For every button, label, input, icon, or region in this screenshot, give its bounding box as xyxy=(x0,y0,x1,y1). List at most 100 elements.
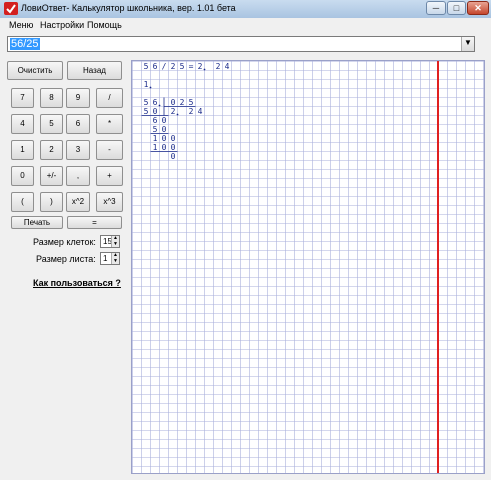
worksheet-grid: 5 6/2 5 = 2 2 415 6 0 2 55 0 2 2 46 05 01 0 01 0 00 xyxy=(132,61,484,473)
worksheet-char: 6 xyxy=(153,62,158,71)
expression-combobox[interactable]: 56/25 ▼ xyxy=(7,36,475,52)
key-label: x^2 xyxy=(71,197,85,206)
worksheet-char: = xyxy=(189,62,194,71)
chevron-down-icon: ▼ xyxy=(464,38,472,47)
worksheet-char: 0 xyxy=(171,98,176,107)
decimal-point xyxy=(176,113,179,116)
equals-button-label: = xyxy=(92,218,97,227)
key-minus-button[interactable]: - xyxy=(96,140,123,160)
key-5-button[interactable]: 5 xyxy=(40,114,63,134)
key-9-button[interactable]: 9 xyxy=(66,88,90,108)
key-divide-button[interactable]: / xyxy=(96,88,123,108)
decimal-point xyxy=(158,104,161,107)
expression-input[interactable]: 56/25 xyxy=(10,38,40,50)
sheet-size-arrows[interactable]: ▲ ▼ xyxy=(111,253,119,264)
clear-button-label: Очистить xyxy=(17,66,53,75)
key-label: 1 xyxy=(20,145,25,154)
sheet-size-spinner[interactable]: 1 ▲ ▼ xyxy=(100,252,120,265)
key-cube-button[interactable]: x^3 xyxy=(96,192,123,212)
back-button[interactable]: Назад xyxy=(67,61,122,80)
worksheet-char: 0 xyxy=(162,125,167,134)
worksheet-char: 5 xyxy=(144,107,149,116)
title-bar[interactable]: ЛовиОтвет- Калькулятор школьника, вер. 1… xyxy=(0,0,491,19)
menu-settings[interactable]: Настройки xyxy=(40,20,84,30)
key-4-button[interactable]: 4 xyxy=(11,114,34,134)
spin-down-icon[interactable]: ▼ xyxy=(112,242,119,247)
close-button[interactable]: ✕ xyxy=(467,1,489,15)
key-comma-button[interactable]: , xyxy=(66,166,90,186)
worksheet-char: 4 xyxy=(198,107,203,116)
spin-down-icon[interactable]: ▼ xyxy=(112,259,119,264)
worksheet-char: 1 xyxy=(153,134,158,143)
sheet-size-value[interactable]: 1 xyxy=(103,254,107,263)
decimal-point xyxy=(203,68,206,71)
key-label: * xyxy=(107,119,112,128)
maximize-icon: □ xyxy=(453,3,460,13)
equals-button[interactable]: = xyxy=(67,216,122,229)
key-label: 0 xyxy=(20,171,25,180)
sheet-size-label: Размер листа: xyxy=(36,254,96,264)
how-to-use-link[interactable]: Как пользоваться ? xyxy=(33,278,121,288)
key-2-button[interactable]: 2 xyxy=(40,140,63,160)
app-logo-icon xyxy=(4,2,18,15)
key-label: 8 xyxy=(49,93,54,102)
key-0-button[interactable]: 0 xyxy=(11,166,34,186)
cell-size-label: Размер клеток: xyxy=(33,237,96,247)
key-8-button[interactable]: 8 xyxy=(40,88,63,108)
key-plus-button[interactable]: + xyxy=(96,166,123,186)
key-negate-button[interactable]: +/- xyxy=(40,166,63,186)
key-label: + xyxy=(107,171,112,180)
key-6-button[interactable]: 6 xyxy=(66,114,90,134)
menu-bar: Меню Настройки Помощь xyxy=(0,18,491,32)
worksheet-char: 5 xyxy=(144,62,149,71)
key-label: 3 xyxy=(75,145,81,154)
menu-help[interactable]: Помощь xyxy=(87,20,122,30)
expression-dropdown-button[interactable]: ▼ xyxy=(461,37,474,51)
clear-button[interactable]: Очистить xyxy=(7,61,63,80)
key-close-paren-button[interactable]: ) xyxy=(40,192,63,212)
window-title: ЛовиОтвет- Калькулятор школьника, вер. 1… xyxy=(21,3,236,13)
cell-size-spinner[interactable]: 15 ▲ ▼ xyxy=(100,235,120,248)
key-square-button[interactable]: x^2 xyxy=(66,192,90,212)
worksheet-char: 2 xyxy=(171,107,176,116)
worksheet-char: 2 xyxy=(189,107,194,116)
key-7-button[interactable]: 7 xyxy=(11,88,34,108)
worksheet-char: 0 xyxy=(162,143,167,152)
worksheet-char: 0 xyxy=(171,143,176,152)
worksheet-char: 0 xyxy=(171,152,176,161)
worksheet-char: 5 xyxy=(180,62,185,71)
key-label: 4 xyxy=(20,119,25,128)
worksheet[interactable]: 5 6/2 5 = 2 2 4 1 5 6 0 2 5 5 0 2 2 4 6 0 5 0 1 0 0 1 0 0 0 xyxy=(131,60,485,474)
worksheet-char: / xyxy=(162,62,167,71)
decimal-point xyxy=(149,86,152,89)
worksheet-char: 2 xyxy=(216,62,221,71)
worksheet-char: 2 xyxy=(171,62,176,71)
worksheet-char: 2 xyxy=(180,98,185,107)
back-button-label: Назад xyxy=(83,66,106,75)
worksheet-char: 5 xyxy=(144,98,149,107)
minimize-button[interactable]: ─ xyxy=(426,1,446,15)
worksheet-char: 0 xyxy=(171,134,176,143)
key-3-button[interactable]: 3 xyxy=(66,140,90,160)
cell-size-arrows[interactable]: ▲ ▼ xyxy=(111,236,119,247)
key-label: +/- xyxy=(46,171,57,180)
worksheet-char: 1 xyxy=(144,80,149,89)
worksheet-char: 0 xyxy=(153,107,158,116)
print-button[interactable]: Печать xyxy=(11,216,63,229)
key-label: ) xyxy=(50,197,53,206)
worksheet-char: 6 xyxy=(153,98,158,107)
worksheet-char: 2 xyxy=(198,62,203,71)
key-label: 6 xyxy=(75,119,81,128)
maximize-button[interactable]: □ xyxy=(447,1,466,15)
worksheet-char: 5 xyxy=(153,125,158,134)
key-open-paren-button[interactable]: ( xyxy=(11,192,34,212)
key-multiply-button[interactable]: * xyxy=(96,114,123,134)
key-label: ( xyxy=(21,197,24,206)
key-label: 9 xyxy=(75,93,81,102)
worksheet-char: 0 xyxy=(162,116,167,125)
worksheet-char: 5 xyxy=(189,98,194,107)
print-button-label: Печать xyxy=(23,218,51,227)
key-1-button[interactable]: 1 xyxy=(11,140,34,160)
menu-main[interactable]: Меню xyxy=(9,20,33,30)
key-label: , xyxy=(76,171,80,180)
